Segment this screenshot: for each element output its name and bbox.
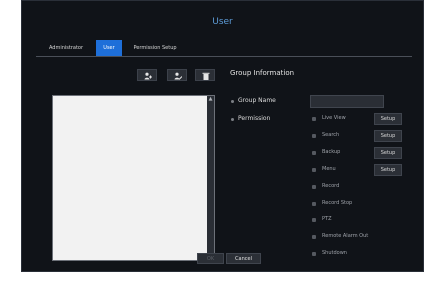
group-list[interactable]: ▲ ▼ [52,95,215,261]
menu-checkbox[interactable] [312,168,316,172]
record-stop-checkbox[interactable] [312,202,316,206]
permission-label-search: Search [322,132,340,138]
scroll-up-icon[interactable]: ▲ [207,96,214,103]
user-dialog: User Administrator User Permission Setup… [21,0,424,272]
dialog-title: User [212,17,233,27]
backup-checkbox[interactable] [312,151,316,155]
permission-label-backup: Backup [322,149,341,155]
delete-button[interactable] [195,69,215,81]
ptz-checkbox[interactable] [312,218,316,222]
live-view-setup-button[interactable]: Setup [374,113,402,125]
permission-label-shutdown: Shutdown [322,250,347,256]
permission-label-record-stop: Record Stop [322,200,353,206]
permission-bullet-icon [231,118,234,121]
permission-label: Permission [238,115,271,122]
record-checkbox[interactable] [312,185,316,189]
cancel-button[interactable]: Cancel [226,253,261,264]
edit-user-icon [174,72,182,80]
group-name-label: Group Name [238,97,276,104]
search-setup-button[interactable]: Setup [374,130,402,142]
tab-user[interactable]: User [96,40,122,56]
group-name-input[interactable] [310,95,384,108]
add-user-icon [144,72,152,80]
ok-button[interactable]: OK [197,253,224,264]
permission-label-ptz: PTZ [322,216,332,222]
group-name-bullet-icon [231,100,234,103]
permission-label-remote-alarm-out: Remote Alarm Out [322,233,369,239]
list-scrollbar[interactable]: ▲ ▼ [207,96,214,260]
remote-alarm-out-checkbox[interactable] [312,235,316,239]
permission-label-live-view: Live View [322,115,346,121]
permission-label-record: Record [322,183,340,189]
search-checkbox[interactable] [312,134,316,138]
tab-permission-setup[interactable]: Permission Setup [124,40,186,56]
tab-administrator[interactable]: Administrator [36,40,96,56]
tab-bar: Administrator User Permission Setup [36,39,412,57]
live-view-checkbox[interactable] [312,117,316,121]
group-information-title: Group Information [230,69,295,77]
edit-user-button[interactable] [167,69,187,81]
menu-setup-button[interactable]: Setup [374,164,402,176]
permission-label-menu: Menu [322,166,336,172]
shutdown-checkbox[interactable] [312,252,316,256]
add-user-button[interactable] [137,69,157,81]
delete-icon [202,72,210,80]
backup-setup-button[interactable]: Setup [374,147,402,159]
